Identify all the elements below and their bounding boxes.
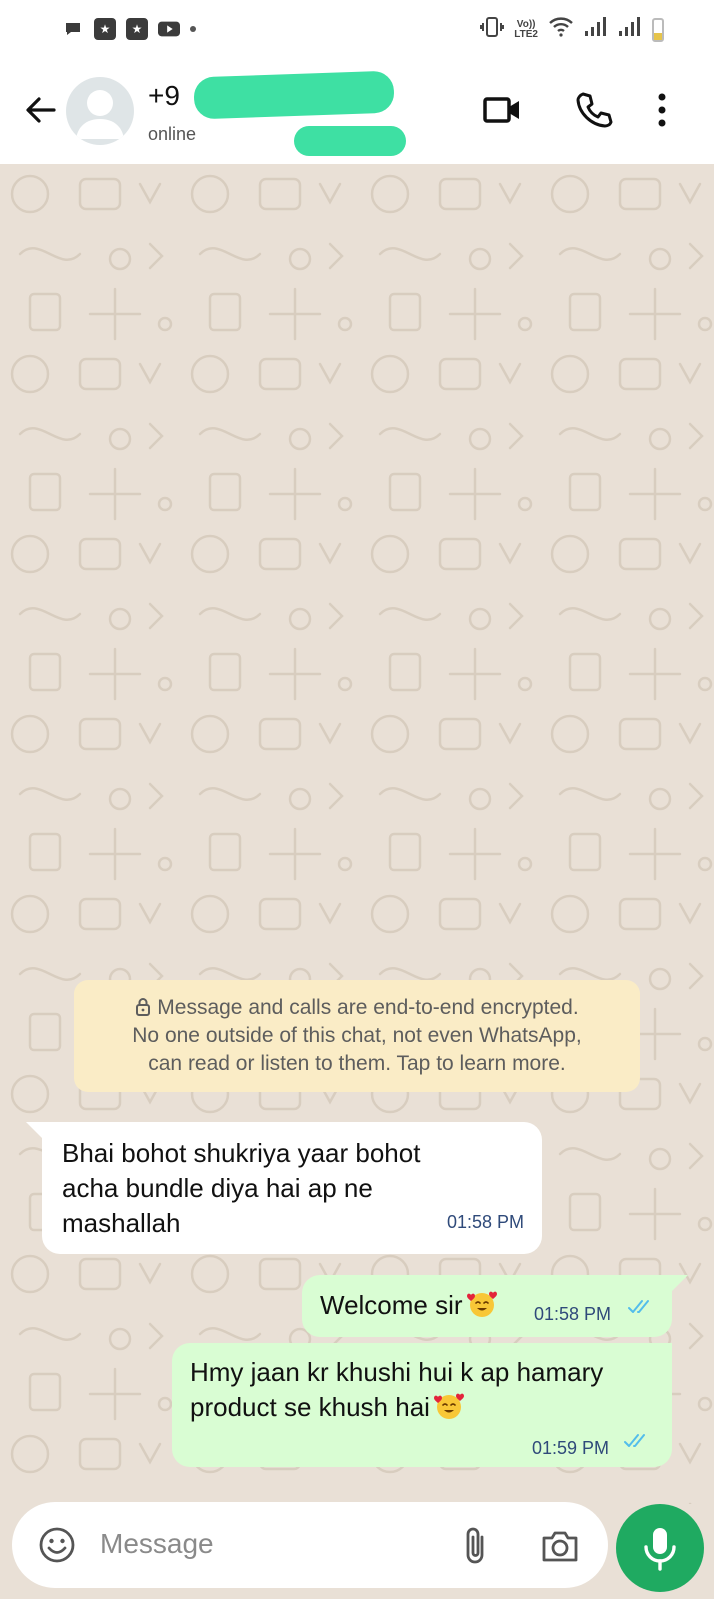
contact-status: online: [148, 124, 197, 144]
battery-level: [654, 32, 662, 40]
video-call-icon[interactable]: [482, 90, 524, 130]
more-options-icon[interactable]: [650, 90, 674, 130]
message-text: Hmy jaan kr khushi hui k ap hamary produ…: [190, 1357, 604, 1422]
app-icon: ★: [94, 18, 116, 40]
bubble-tail: [26, 1122, 44, 1140]
notice-text-line2: No one outside of this chat, not even Wh…: [132, 1024, 582, 1047]
message-text: Bhai bohot shukriya yaar bohot acha bund…: [62, 1138, 421, 1238]
battery-icon: [652, 17, 664, 42]
network-type-label: Vo)) LTE2: [514, 18, 538, 40]
avatar[interactable]: [66, 77, 134, 145]
system-icons: Vo)) LTE2: [480, 16, 664, 43]
chat-bubble-icon: [62, 18, 84, 40]
microphone-icon: [644, 1528, 676, 1571]
dot-icon: [190, 26, 196, 32]
message-time: 01:58 PM: [446, 1212, 524, 1232]
attachment-icon[interactable]: [462, 1525, 490, 1567]
incoming-message[interactable]: Bhai bohot shukriya yaar bohot acha bund…: [26, 1122, 542, 1254]
wifi-icon: [548, 17, 574, 42]
message-input[interactable]: Message: [100, 1528, 214, 1560]
chat-header: +9 online: [0, 60, 714, 164]
voice-call-icon[interactable]: [574, 90, 614, 130]
notification-icons: ★ ★: [62, 18, 196, 40]
read-receipt-icon: [624, 1434, 645, 1447]
signal-icon: [618, 16, 642, 43]
default-avatar-icon: [76, 90, 124, 139]
app-icon: ★: [126, 18, 148, 40]
message-body: Welcome sir: [320, 1288, 497, 1323]
message-text: Welcome sir: [320, 1290, 463, 1320]
smiling-face-with-hearts-icon: [433, 1393, 464, 1419]
notice-line: Message and calls are end-to-end encrypt…: [74, 994, 640, 1022]
lte-label: LTE2: [514, 28, 538, 40]
outgoing-message[interactable]: Hmy jaan kr khushi hui k ap hamary produ…: [172, 1343, 672, 1467]
status-bar: ★ ★ Vo)) LTE2: [0, 0, 714, 60]
notice-text-line3: can read or listen to them. Tap to learn…: [148, 1052, 566, 1075]
vibrate-icon: [480, 16, 505, 43]
encryption-notice[interactable]: Message and calls are end-to-end encrypt…: [74, 980, 640, 1092]
volte-label: Vo)): [516, 18, 536, 30]
lock-icon: [136, 998, 151, 1016]
redaction-mark: [294, 126, 406, 156]
smiling-face-with-hearts-icon: [466, 1291, 497, 1317]
emoji-icon[interactable]: [38, 1526, 76, 1564]
contact-name[interactable]: +9: [148, 80, 180, 112]
message-composer[interactable]: Message: [12, 1502, 608, 1588]
message-body: Hmy jaan kr khushi hui k ap hamary produ…: [190, 1355, 610, 1425]
bubble-tail: [670, 1275, 688, 1293]
message-time: 01:58 PM: [534, 1304, 612, 1324]
camera-icon[interactable]: [540, 1528, 580, 1564]
youtube-icon: [158, 18, 180, 40]
signal-icon: [584, 16, 608, 43]
message-time: 01:59 PM: [532, 1438, 610, 1458]
voice-message-button[interactable]: [616, 1504, 704, 1592]
notice-text-line1: Message and calls are end-to-end encrypt…: [157, 996, 579, 1019]
redaction-mark: [193, 70, 395, 120]
back-arrow-icon[interactable]: [20, 90, 60, 130]
outgoing-message[interactable]: Welcome sir 01:58 PM: [302, 1275, 688, 1337]
read-receipt-icon: [628, 1300, 649, 1313]
